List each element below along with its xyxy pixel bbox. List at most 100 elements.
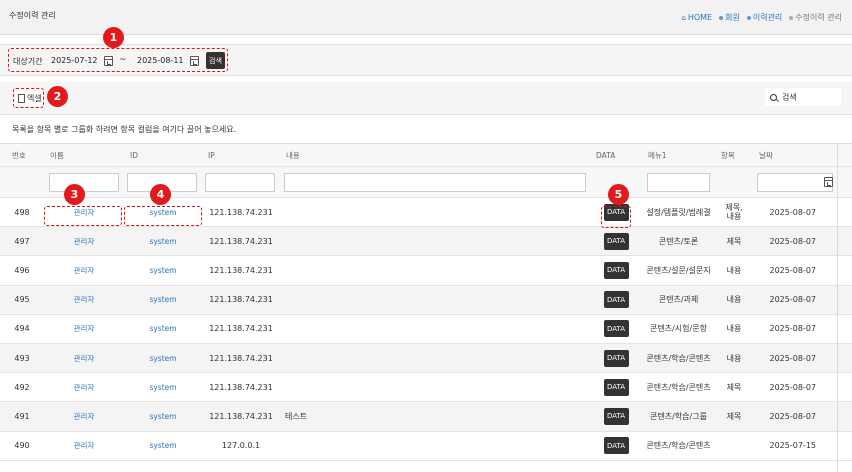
breadcrumb-home[interactable]: ⌂ HOME: [681, 13, 712, 22]
column-header-name[interactable]: 이름: [44, 144, 124, 166]
column-header-ip[interactable]: IP: [202, 144, 280, 166]
calendar-icon[interactable]: [824, 177, 833, 187]
row-data-button[interactable]: DATA: [603, 349, 629, 367]
content-filter-input[interactable]: [284, 173, 586, 192]
table-row[interactable]: 492 관리자 system 121.138.74.231 DATA 콘텐츠/학습/콘텐츠…: [0, 373, 852, 403]
row-data-button[interactable]: DATA: [603, 378, 629, 396]
date-filter-input[interactable]: [757, 173, 833, 192]
grid-search-input[interactable]: 검색: [765, 88, 841, 106]
row-name-link[interactable]: 관리자: [74, 411, 95, 422]
table-row[interactable]: 490 관리자 system 127.0.0.1 DATA 콘텐츠/학습/콘텐츠 2025-…: [0, 432, 852, 461]
table-cell: system: [124, 402, 202, 430]
table-cell: [280, 315, 590, 343]
table-row[interactable]: 496 관리자 system 121.138.74.231 DATA 콘텐츠/설문/설문지…: [0, 256, 852, 286]
table-cell: 2025-08-07: [753, 256, 836, 284]
table-cell: 2025-08-07: [753, 344, 836, 372]
annotation-marker: 4: [150, 184, 171, 205]
row-data-button[interactable]: DATA: [603, 320, 629, 338]
column-header-id[interactable]: ID: [124, 144, 202, 166]
annotation-marker: 2: [47, 86, 68, 107]
row-name-link[interactable]: 관리자: [74, 440, 95, 451]
ip-filter-input[interactable]: [205, 173, 275, 192]
row-id-link[interactable]: system: [149, 295, 176, 304]
annotation-marker: 3: [64, 184, 85, 205]
column-header-data[interactable]: DATA: [590, 144, 642, 166]
row-name-link[interactable]: 관리자: [74, 294, 95, 305]
row-id-link[interactable]: system: [149, 324, 176, 333]
row-ip: 121.138.74.231: [209, 207, 273, 217]
period-filter-highlight: [8, 48, 228, 72]
history-grid: 번호 이름 ID IP 내용 DATA 메뉴1 항목 날짜 498 관리자 syst…: [0, 143, 852, 461]
row-id-link[interactable]: system: [149, 441, 176, 450]
table-cell: system: [124, 256, 202, 284]
column-header-menu[interactable]: 메뉴1: [642, 144, 715, 166]
table-row[interactable]: 497 관리자 system 121.138.74.231 DATA 콘텐츠/토론 제목 20…: [0, 227, 852, 257]
table-cell: 121.138.74.231: [202, 256, 280, 284]
table-cell: 2025-08-07: [753, 227, 836, 255]
table-row[interactable]: 495 관리자 system 121.138.74.231 DATA 콘텐츠/과제 내용 20…: [0, 285, 852, 315]
row-item: 내용: [726, 265, 742, 275]
table-cell: DATA: [590, 402, 642, 430]
table-cell: 490: [0, 432, 44, 460]
table-cell: 121.138.74.231: [202, 315, 280, 343]
menu-filter-input[interactable]: [647, 173, 710, 192]
table-cell: 설정/템플릿/범례결: [642, 198, 715, 226]
row-data-button[interactable]: DATA: [603, 232, 629, 250]
column-header-date[interactable]: 날짜: [753, 144, 836, 166]
row-id-link[interactable]: system: [149, 237, 176, 246]
table-cell: 콘텐츠/학습/콘텐츠: [642, 344, 715, 372]
row-date: 2025-08-07: [769, 411, 817, 421]
table-cell: system: [124, 286, 202, 314]
column-header-no[interactable]: 번호: [0, 144, 44, 166]
row-name-link[interactable]: 관리자: [74, 265, 95, 276]
grid-toolbar: 엑셀: [0, 82, 852, 115]
table-cell: 2025-08-07: [753, 373, 836, 401]
row-item: 제목: [726, 411, 742, 421]
row-number: 490: [14, 441, 30, 451]
row-date: 2025-08-07: [769, 207, 817, 217]
row-item: 제목: [726, 382, 742, 392]
table-cell: [280, 198, 590, 226]
row-item: 내용: [726, 324, 742, 334]
table-cell: 제목, 내용: [715, 198, 753, 226]
table-cell: [280, 373, 590, 401]
row-id-link[interactable]: system: [149, 412, 176, 421]
table-cell: 관리자: [44, 227, 124, 255]
row-name-link[interactable]: 관리자: [74, 236, 95, 247]
table-cell: 제목: [715, 402, 753, 430]
row-name-link[interactable]: 관리자: [74, 382, 95, 393]
row-data-button[interactable]: DATA: [603, 437, 629, 455]
row-data-button[interactable]: DATA: [603, 291, 629, 309]
table-cell: system: [124, 227, 202, 255]
column-header-item[interactable]: 항목: [715, 144, 753, 166]
table-row[interactable]: 493 관리자 system 121.138.74.231 DATA 콘텐츠/학습/콘텐츠…: [0, 343, 852, 374]
grid-scrollbar[interactable]: [837, 143, 838, 472]
table-cell: 콘텐츠/학습/콘텐츠: [642, 373, 715, 401]
row-data-button[interactable]: DATA: [603, 407, 629, 425]
breadcrumb-current: 수정이력 관리: [789, 12, 842, 23]
breadcrumb-history[interactable]: 이력관리: [746, 12, 782, 23]
table-cell: 관리자: [44, 432, 124, 460]
page-title: 수정이력 관리: [9, 11, 56, 20]
table-cell: 제목: [715, 227, 753, 255]
row-date: 2025-07-15: [769, 441, 817, 451]
bullet-icon: [789, 15, 794, 20]
row-menu: 콘텐츠/학습/그룹: [650, 411, 707, 421]
row-date: 2025-08-07: [769, 295, 817, 305]
row-id-link[interactable]: system: [149, 266, 176, 275]
breadcrumb-member[interactable]: 회원: [719, 12, 740, 23]
row-data-button[interactable]: DATA: [603, 261, 629, 279]
table-row[interactable]: 491 관리자 system 121.138.74.231 테스트 DATA 콘텐츠/학습/…: [0, 402, 852, 432]
row-number: 496: [14, 265, 30, 275]
grid-body: 498 관리자 system 121.138.74.231 DATA 설정/템플릿/범례결…: [0, 198, 852, 461]
table-row[interactable]: 494 관리자 system 121.138.74.231 DATA 콘텐츠/시험/문항 내…: [0, 315, 852, 344]
table-cell: 121.138.74.231: [202, 344, 280, 372]
table-cell: 관리자: [44, 344, 124, 372]
table-cell: 493: [0, 344, 44, 372]
table-cell: 내용: [715, 315, 753, 343]
row-name-link[interactable]: 관리자: [74, 323, 95, 334]
row-name-link[interactable]: 관리자: [74, 353, 95, 364]
column-header-content[interactable]: 내용: [280, 144, 590, 166]
row-id-link[interactable]: system: [149, 354, 176, 363]
row-id-link[interactable]: system: [149, 383, 176, 392]
